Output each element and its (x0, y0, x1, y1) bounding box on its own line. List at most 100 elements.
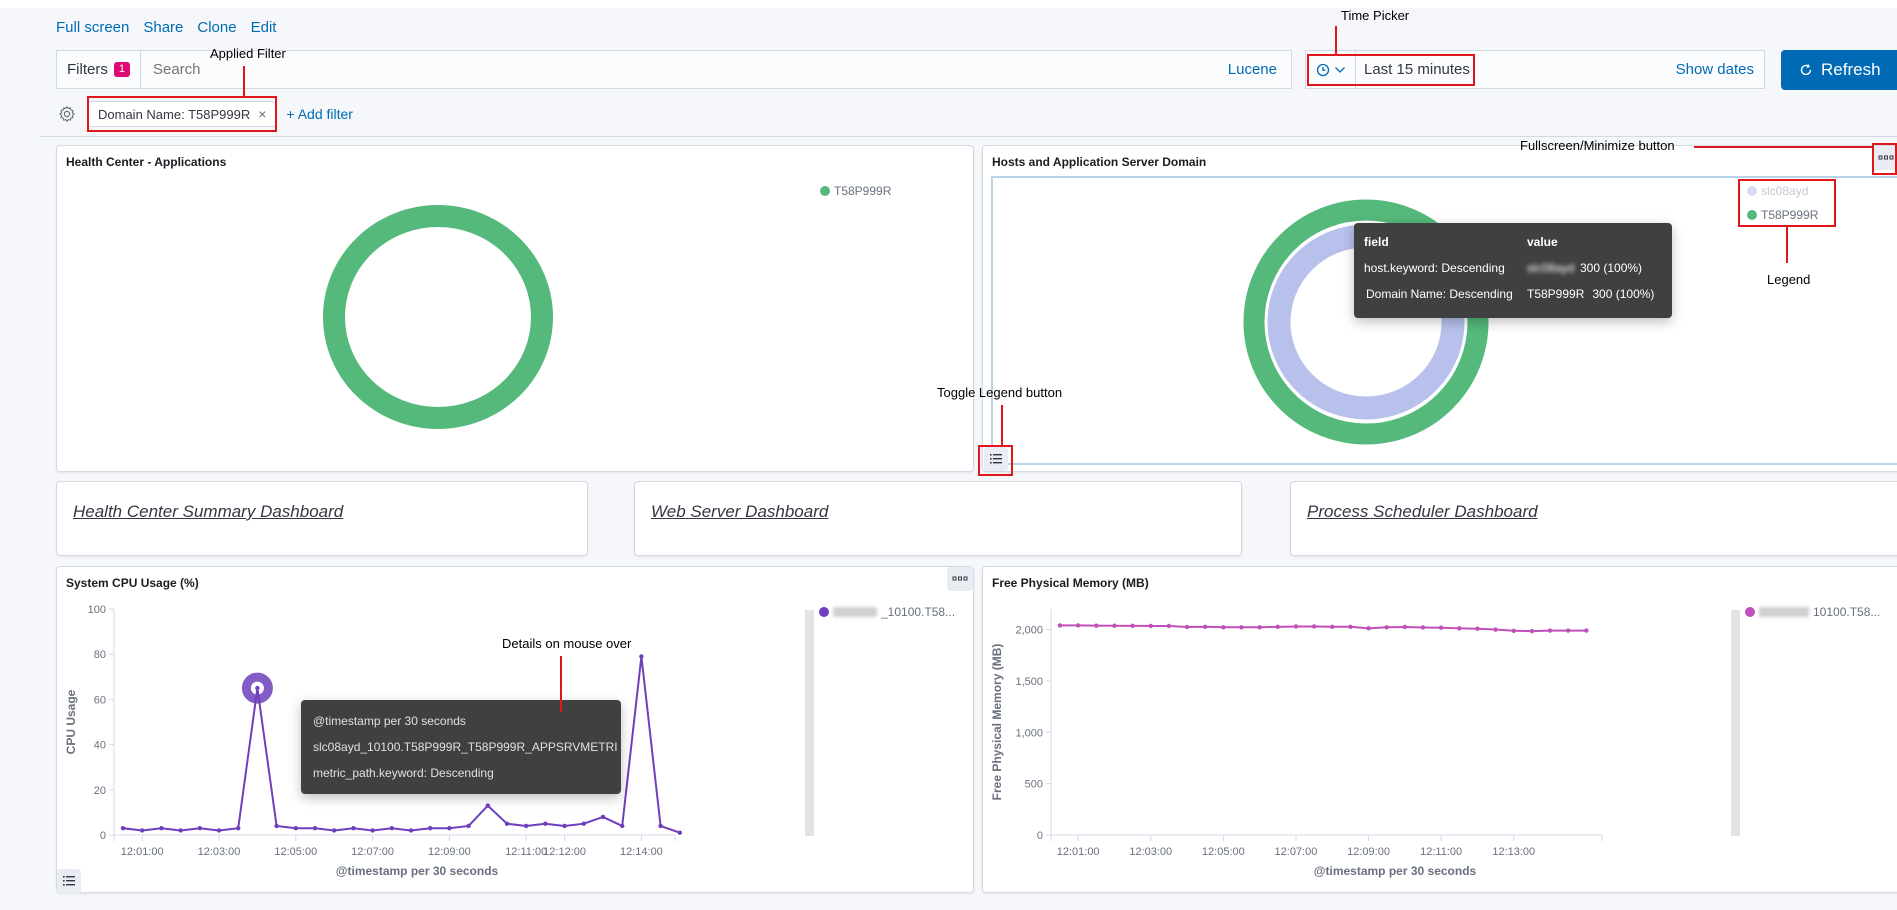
legend-item[interactable]: T58P999R (820, 184, 891, 198)
legend-label-suffix: 10100.T58... (1813, 605, 1881, 619)
annotation-time-picker: Time Picker (1341, 8, 1410, 23)
show-dates-button[interactable]: Show dates (1676, 61, 1764, 78)
tooltip-value: T58P999R (1527, 287, 1585, 301)
x-tick-label: 12:12:00 (543, 846, 586, 858)
data-point (620, 823, 625, 829)
panel-system-cpu-usage: System CPU Usage (%) 0 20 40 60 80 100 12:01:0… (56, 566, 974, 893)
x-tick-label: 12:11:00 (1420, 846, 1462, 858)
link-panel-health-center-summary: Health Center Summary Dashboard (56, 481, 588, 556)
y-tick-label: 0 (1037, 830, 1043, 842)
gear-icon[interactable] (56, 103, 78, 125)
data-point (236, 826, 241, 831)
data-point (140, 828, 145, 833)
data-point (178, 828, 183, 833)
query-language-button[interactable]: Lucene (1228, 61, 1291, 78)
annotation-arrow (1786, 227, 1788, 263)
legend-scrollbar[interactable] (1731, 610, 1740, 836)
data-point (1239, 625, 1244, 630)
y-tick-label: 2,000 (1015, 625, 1043, 637)
data-point (1384, 625, 1389, 630)
tooltip-count: 300 (100%) (1592, 287, 1655, 301)
legend-dot (819, 607, 829, 617)
data-point (1257, 625, 1262, 630)
filters-button[interactable]: Filters 1 (57, 51, 141, 88)
legend-item[interactable]: 10100.T58... (1745, 605, 1880, 619)
data-point (1438, 625, 1444, 630)
x-axis-label: @timestamp per 30 seconds (1314, 864, 1477, 878)
data-point (1457, 626, 1462, 631)
annotation-arrow (1694, 146, 1872, 148)
toggle-legend-button[interactable] (57, 869, 81, 893)
divider (40, 136, 1897, 137)
annotation-box-time (1307, 54, 1475, 86)
panel-title: Health Center - Applications (66, 155, 227, 169)
clone-link[interactable]: Clone (197, 19, 236, 36)
data-point (1475, 626, 1480, 631)
x-tick-label: 12:13:00 (1492, 846, 1535, 858)
data-point (1311, 624, 1317, 629)
data-point (1112, 623, 1117, 628)
tooltip-field: host.keyword: Descending (1364, 261, 1505, 275)
annotation-arrow (560, 656, 562, 712)
data-point (274, 823, 279, 829)
data-point (658, 823, 663, 829)
filters-label: Filters (67, 61, 108, 78)
data-point (1402, 624, 1408, 630)
y-tick-label: 500 (1025, 779, 1043, 791)
share-link[interactable]: Share (143, 19, 183, 36)
x-tick-label: 12:09:00 (428, 846, 471, 858)
y-tick-label: 100 (88, 604, 106, 616)
data-point (1566, 628, 1571, 633)
health-center-summary-link[interactable]: Health Center Summary Dashboard (73, 502, 343, 522)
x-tick-label: 12:03:00 (198, 846, 241, 858)
legend-label: T58P999R (834, 184, 892, 198)
annotation-fullscreen: Fullscreen/Minimize button (1520, 138, 1675, 153)
data-point (1094, 623, 1099, 628)
data-point (389, 826, 394, 831)
data-point (120, 826, 126, 831)
web-server-dashboard-link[interactable]: Web Server Dashboard (651, 502, 828, 522)
x-tick-label: 12:11:00 (505, 846, 547, 858)
data-point (351, 826, 356, 831)
annotation-applied-filter: Applied Filter (210, 46, 286, 61)
panel-free-physical-memory: Free Physical Memory (MB) 0 500 1,000 1,500… (982, 566, 1897, 893)
data-point (600, 814, 606, 820)
data-point (1348, 624, 1353, 629)
refresh-button[interactable]: Refresh (1781, 50, 1897, 90)
legend-label (833, 607, 877, 617)
data-point (1529, 628, 1535, 634)
add-filter-button[interactable]: + Add filter (286, 106, 353, 122)
y-axis-label: CPU Usage (64, 689, 78, 754)
donut-chart (323, 205, 553, 429)
data-point (1203, 624, 1208, 629)
process-scheduler-dashboard-link[interactable]: Process Scheduler Dashboard (1307, 502, 1538, 522)
edit-link[interactable]: Edit (251, 19, 277, 36)
tooltip-line: @timestamp per 30 seconds (313, 714, 466, 728)
data-point (1584, 628, 1589, 633)
x-tick-label: 12:14:00 (620, 846, 663, 858)
data-point (677, 830, 682, 835)
legend-scrollbar[interactable] (805, 610, 814, 836)
data-point (524, 823, 529, 829)
data-point (1221, 625, 1226, 630)
legend-dot (820, 186, 830, 196)
y-tick-label: 40 (94, 740, 106, 752)
data-point (312, 826, 318, 831)
full-screen-link[interactable]: Full screen (56, 19, 129, 36)
x-tick-label: 12:05:00 (1202, 846, 1245, 858)
data-point (1547, 628, 1553, 633)
annotation-box-fullscreen (1872, 143, 1897, 175)
y-tick-label: 0 (100, 830, 106, 842)
data-point (216, 828, 222, 833)
data-point (639, 654, 644, 659)
refresh-icon (1800, 64, 1812, 76)
search-input[interactable] (140, 60, 1228, 79)
legend-item[interactable]: _10100.T58... (819, 605, 955, 619)
tooltip-count: 300 (100%) (1580, 261, 1643, 275)
donut-ring[interactable] (323, 205, 553, 429)
data-point (293, 826, 298, 831)
data-point (332, 828, 337, 833)
data-point (1166, 623, 1172, 629)
x-tick-label: 12:05:00 (274, 846, 317, 858)
annotation-details: Details on mouse over (502, 636, 632, 651)
